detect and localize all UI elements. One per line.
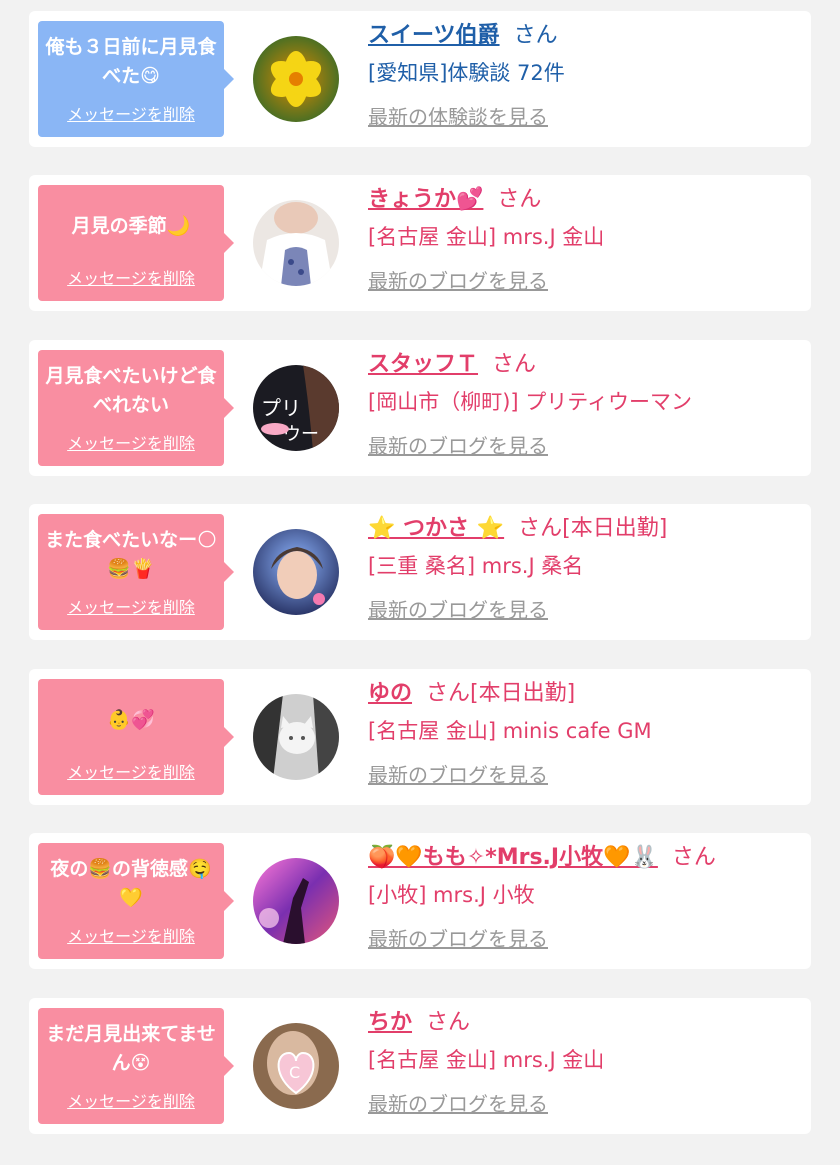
woman-portrait-photo xyxy=(253,529,339,615)
shop-location: [名古屋 金山] mrs.J 金山 xyxy=(368,1048,605,1072)
profile-name-link[interactable]: 🍑🧡もも✧*Mrs.J小牧🧡🐰 xyxy=(368,845,658,870)
shop-location: [岡山市（柳町)] プリティウーマン xyxy=(368,390,692,414)
woman-white-blouse-photo-avatar[interactable] xyxy=(253,200,339,286)
bubble-message: 夜の🍔の背徳感🤤💛 xyxy=(50,858,212,909)
delete-message-link[interactable]: メッセージを削除 xyxy=(38,759,224,783)
name-suffix: さん xyxy=(671,845,716,870)
latest-post-link[interactable]: 最新のブログを見る xyxy=(368,1090,548,1118)
name-suffix: さん xyxy=(497,187,542,212)
neon-silhouette-photo xyxy=(253,858,339,944)
favorite-card: また食べたいなー🌕🍔🍟 メッセージを削除 ⭐ つかさ ⭐ さん[本日出勤] [三重… xyxy=(29,504,811,640)
profile-name-link[interactable]: きょうか💕 xyxy=(368,187,483,212)
name-suffix: さん[本日出勤] xyxy=(426,681,576,706)
bubble-message: また食べたいなー🌕🍔🍟 xyxy=(45,529,217,580)
woman-white-blouse-photo xyxy=(253,200,339,286)
shop-location: [名古屋 金山] minis cafe GM xyxy=(368,719,652,743)
yellow-flower-photo-avatar[interactable] xyxy=(253,36,339,122)
name-suffix: さん xyxy=(492,352,537,377)
woman-portrait-photo-avatar[interactable] xyxy=(253,529,339,615)
cat-mask-photo xyxy=(253,694,339,780)
delete-message-link[interactable]: メッセージを削除 xyxy=(38,101,224,125)
latest-post-link[interactable]: 最新の体験談を見る xyxy=(368,103,548,131)
delete-message-link[interactable]: メッセージを削除 xyxy=(38,594,224,618)
delete-message-link[interactable]: メッセージを削除 xyxy=(38,923,224,947)
name-line: 🍑🧡もも✧*Mrs.J小牧🧡🐰 さん xyxy=(368,843,805,873)
shop-location: [名古屋 金山] mrs.J 金山 xyxy=(368,225,605,249)
profile-info: ⭐ つかさ ⭐ さん[本日出勤] [三重 桑名] mrs.J 桑名 最新のブログを… xyxy=(368,514,805,624)
message-bubble: 月見食べたいけど食べれない メッセージを削除 xyxy=(38,350,234,466)
neon-silhouette-photo-avatar[interactable] xyxy=(253,858,339,944)
profile-info: スタッフＴ さん [岡山市（柳町)] プリティウーマン 最新のブログを見る xyxy=(368,350,805,460)
bubble-message: 👶💞 xyxy=(107,708,155,731)
pretty-woman-logo-photo: プリ ウー xyxy=(253,365,339,451)
favorite-card: 夜の🍔の背徳感🤤💛 メッセージを削除 🍑🧡もも✧*Mrs.J小牧🧡🐰 さん [小牧… xyxy=(29,833,811,969)
name-line: ちか さん xyxy=(368,1008,805,1038)
message-bubble: また食べたいなー🌕🍔🍟 メッセージを削除 xyxy=(38,514,234,630)
bubble-message: 俺も３日前に月見食べた😋 xyxy=(45,36,217,87)
latest-post-link[interactable]: 最新のブログを見る xyxy=(368,596,548,624)
name-line: きょうか💕 さん xyxy=(368,185,805,215)
message-bubble: 俺も３日前に月見食べた😋 メッセージを削除 xyxy=(38,21,234,137)
favorites-list: 俺も３日前に月見食べた😋 メッセージを削除 スイーツ伯爵 さん [愛知県]体験談 … xyxy=(0,0,840,1165)
heart-c-sticker-photo: C xyxy=(253,1023,339,1109)
favorite-card: 👶💞 メッセージを削除 ゆの さん[本日出勤] [名古屋 金山] minis ca… xyxy=(29,669,811,805)
latest-post-link[interactable]: 最新のブログを見る xyxy=(368,925,548,953)
pretty-woman-logo-photo-avatar[interactable]: プリ ウー xyxy=(253,365,339,451)
bubble-message: まだ月見出来てません😵 xyxy=(46,1023,216,1074)
profile-name-link[interactable]: ⭐ つかさ ⭐ xyxy=(368,516,504,541)
profile-info: スイーツ伯爵 さん [愛知県]体験談 72件 最新の体験談を見る xyxy=(368,21,805,131)
name-suffix: さん xyxy=(426,1010,471,1035)
latest-post-link[interactable]: 最新のブログを見る xyxy=(368,761,548,789)
delete-message-link[interactable]: メッセージを削除 xyxy=(38,430,224,454)
bubble-message: 月見食べたいけど食べれない xyxy=(45,365,217,416)
favorite-card: 月見の季節🌙 メッセージを削除 きょうか💕 さん [名古屋 金山] mrs.J 金… xyxy=(29,175,811,311)
name-line: スタッフＴ さん xyxy=(368,350,805,380)
svg-text:ウー: ウー xyxy=(283,424,319,445)
profile-name-link[interactable]: スイーツ伯爵 xyxy=(368,23,500,48)
favorite-card: 俺も３日前に月見食べた😋 メッセージを削除 スイーツ伯爵 さん [愛知県]体験談 … xyxy=(29,11,811,147)
name-suffix: さん xyxy=(513,23,558,48)
message-bubble: 👶💞 メッセージを削除 xyxy=(38,679,234,795)
profile-info: 🍑🧡もも✧*Mrs.J小牧🧡🐰 さん [小牧] mrs.J 小牧 最新のブログを見… xyxy=(368,843,805,953)
profile-info: ゆの さん[本日出勤] [名古屋 金山] minis cafe GM 最新のブログ… xyxy=(368,679,805,789)
name-line: スイーツ伯爵 さん xyxy=(368,21,805,51)
name-line: ⭐ つかさ ⭐ さん[本日出勤] xyxy=(368,514,805,544)
shop-location: [小牧] mrs.J 小牧 xyxy=(368,883,535,907)
heart-c-sticker-photo-avatar[interactable]: C xyxy=(253,1023,339,1109)
profile-name-link[interactable]: ちか xyxy=(368,1010,412,1035)
latest-post-link[interactable]: 最新のブログを見る xyxy=(368,267,548,295)
favorite-card: 月見食べたいけど食べれない メッセージを削除 プリ ウー スタッフＴ さん [岡山… xyxy=(29,340,811,476)
profile-name-link[interactable]: ゆの xyxy=(368,681,412,706)
delete-message-link[interactable]: メッセージを削除 xyxy=(38,265,224,289)
delete-message-link[interactable]: メッセージを削除 xyxy=(38,1088,224,1112)
yellow-flower-photo xyxy=(253,36,339,122)
bubble-message: 月見の季節🌙 xyxy=(71,214,191,237)
message-bubble: 月見の季節🌙 メッセージを削除 xyxy=(38,185,234,301)
profile-name-link[interactable]: スタッフＴ xyxy=(368,352,478,377)
shop-location: [愛知県]体験談 72件 xyxy=(368,61,565,85)
shop-location: [三重 桑名] mrs.J 桑名 xyxy=(368,554,584,578)
cat-mask-photo-avatar[interactable] xyxy=(253,694,339,780)
svg-text:C: C xyxy=(289,1063,300,1082)
svg-text:プリ: プリ xyxy=(261,396,301,420)
latest-post-link[interactable]: 最新のブログを見る xyxy=(368,432,548,460)
profile-info: ちか さん [名古屋 金山] mrs.J 金山 最新のブログを見る xyxy=(368,1008,805,1118)
message-bubble: 夜の🍔の背徳感🤤💛 メッセージを削除 xyxy=(38,843,234,959)
name-line: ゆの さん[本日出勤] xyxy=(368,679,805,709)
name-suffix: さん[本日出勤] xyxy=(518,516,668,541)
message-bubble: まだ月見出来てません😵 メッセージを削除 xyxy=(38,1008,234,1124)
favorite-card: まだ月見出来てません😵 メッセージを削除 C ちか さん [名古屋 金山] mrs… xyxy=(29,998,811,1134)
profile-info: きょうか💕 さん [名古屋 金山] mrs.J 金山 最新のブログを見る xyxy=(368,185,805,295)
